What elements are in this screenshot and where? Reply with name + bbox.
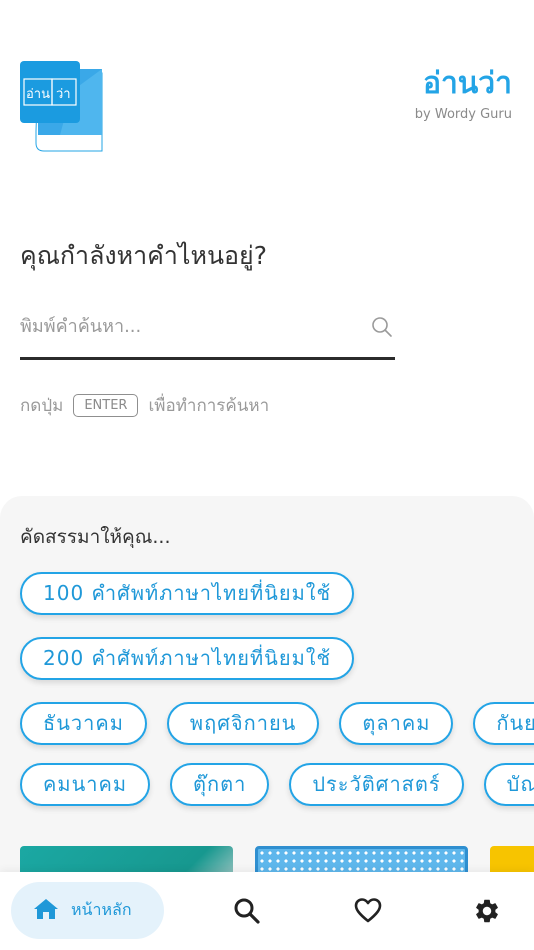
suggestion-chip[interactable]: พฤศจิกายน xyxy=(166,702,320,745)
suggestion-chip[interactable]: บัณฑิต xyxy=(483,763,534,806)
search-box xyxy=(20,300,395,360)
search-hint: กดปุ่ม ENTER เพื่อทำการค้นหา xyxy=(20,392,269,419)
chip-row-1: 100 คำศัพท์ภาษาไทยที่นิยมใช้ xyxy=(20,572,355,615)
gear-icon xyxy=(476,899,498,923)
enter-key-badge: ENTER xyxy=(73,394,139,417)
suggestion-chip[interactable]: ประวัติศาสตร์ xyxy=(289,763,464,806)
nav-search-button[interactable] xyxy=(233,897,261,925)
chip-row-3: ธันวาคม พฤศจิกายน ตุลาคม กันยายน xyxy=(20,702,534,745)
nav-home-button[interactable]: หน้าหลัก xyxy=(11,882,164,939)
suggestion-chip[interactable]: 100 คำศัพท์ภาษาไทยที่นิยมใช้ xyxy=(20,572,355,615)
app-title: อ่านว่า xyxy=(422,66,512,101)
search-icon xyxy=(234,898,260,924)
search-icon[interactable] xyxy=(371,316,393,338)
app-subtitle: by Wordy Guru xyxy=(414,107,512,122)
suggestion-chip[interactable]: คมนาคม xyxy=(20,763,151,806)
bottom-nav: หน้าหลัก xyxy=(0,872,534,950)
suggestion-chip[interactable]: ตุ๊กตา xyxy=(170,763,270,806)
hint-after: เพื่อทำการค้นหา xyxy=(148,396,270,416)
logo-text-left: อ่าน xyxy=(26,87,50,102)
logo-text-right: ว่า xyxy=(56,87,71,102)
app-logo: อ่าน ว่า xyxy=(20,61,104,153)
chip-row-2: 200 คำศัพท์ภาษาไทยที่นิยมใช้ xyxy=(20,637,355,680)
hint-before: กดปุ่ม xyxy=(20,396,64,416)
suggestion-chip[interactable]: ตุลาคม xyxy=(339,702,454,745)
suggestions-title: คัดสรรมาให้คุณ... xyxy=(20,526,171,548)
nav-home-label: หน้าหลัก xyxy=(71,900,132,919)
nav-settings-button[interactable] xyxy=(473,897,501,925)
nav-favorites-button[interactable] xyxy=(354,897,382,925)
home-icon xyxy=(33,897,59,925)
suggestion-chip[interactable]: กันยายน xyxy=(473,702,534,745)
suggestion-chip[interactable]: 200 คำศัพท์ภาษาไทยที่นิยมใช้ xyxy=(20,637,355,680)
chip-row-4: คมนาคม ตุ๊กตา ประวัติศาสตร์ บัณฑิต xyxy=(20,763,534,806)
search-input[interactable] xyxy=(20,306,360,346)
heart-icon xyxy=(354,898,382,923)
suggestions-panel: คัดสรรมาให้คุณ... 100 คำศัพท์ภาษาไทยที่น… xyxy=(0,496,534,896)
suggestion-chip[interactable]: ธันวาคม xyxy=(20,702,147,745)
search-question: คุณกำลังหาคำไหนอยู่? xyxy=(20,241,267,270)
